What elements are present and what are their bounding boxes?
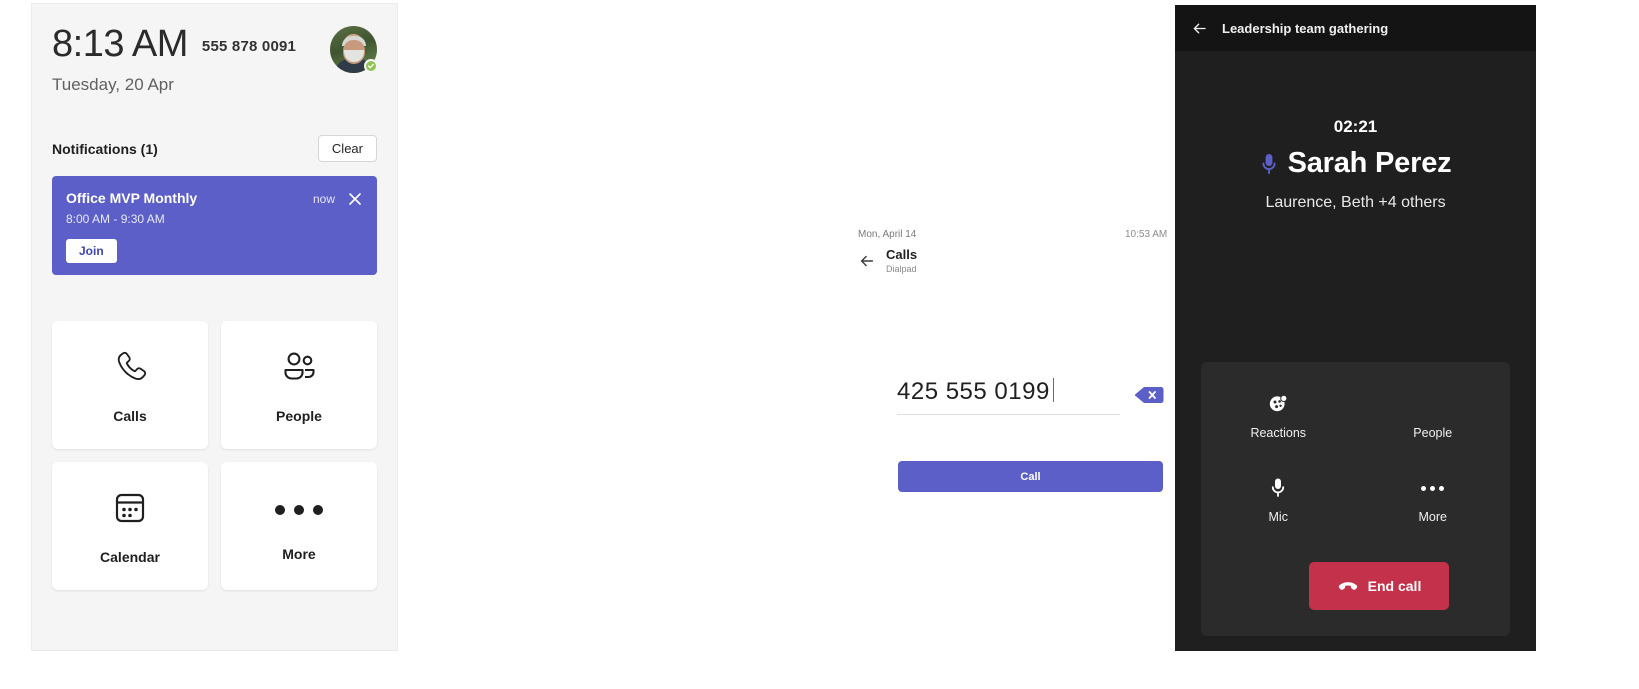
more-horizontal-icon (1421, 476, 1445, 500)
text-caret (1052, 378, 1055, 402)
call-controls-row: Mic More (1201, 476, 1510, 524)
meeting-title: Leadership team gathering (1222, 20, 1389, 36)
notification-card[interactable]: Office MVP Monthly now 8:00 AM - 9:30 AM… (52, 176, 377, 275)
dialpad-panel: Mon, April 14 Calls Dialpad 425 555 0199 (410, 0, 1533, 689)
current-time: 8:13 AM (52, 23, 188, 65)
status-bar-time: 10:53 AM (1125, 229, 1168, 240)
control-label: Reactions (1250, 426, 1307, 440)
phone-number-value: 425 555 0199 (897, 378, 1050, 405)
calendar-icon (110, 488, 150, 533)
tile-calendar[interactable]: Calendar (52, 462, 208, 590)
presence-available-icon (364, 59, 378, 73)
control-mic[interactable]: Mic (1201, 476, 1356, 524)
end-call-label: End call (1367, 578, 1422, 594)
notification-time-range: 8:00 AM - 9:30 AM (66, 212, 165, 226)
notifications-header-row: Notifications (1) Clear (52, 135, 377, 162)
participants-summary: Laurence, Beth +4 others (1265, 194, 1446, 211)
control-people[interactable]: People (1356, 392, 1511, 440)
clear-notifications-button[interactable]: Clear (317, 135, 377, 162)
call-timer: 02:21 (1333, 117, 1378, 136)
mic-icon (1270, 476, 1286, 500)
call-button[interactable]: Call (898, 461, 1163, 492)
clock-header: 8:13 AM 555 878 0091 (52, 22, 378, 73)
dialpad-title: Calls (886, 247, 918, 262)
join-meeting-button[interactable]: Join (66, 239, 117, 263)
notifications-title: Notifications (1) (52, 140, 158, 157)
back-arrow-icon[interactable] (1191, 20, 1208, 37)
dialpad-subtitle: Dialpad (886, 264, 917, 274)
active-speaker-row: Sarah Perez (1175, 147, 1536, 180)
tile-people[interactable]: People (221, 321, 377, 449)
call-controls-card: Reactions People Mic More End call (1201, 362, 1510, 636)
backspace-icon[interactable] (1134, 385, 1164, 405)
home-tiles-grid: Calls People Calendar More (52, 321, 377, 590)
end-call-icon (1337, 575, 1359, 597)
control-label: People (1413, 426, 1453, 440)
tile-calls[interactable]: Calls (52, 321, 208, 449)
call-topbar: Leadership team gathering (1175, 5, 1536, 51)
close-icon[interactable] (347, 191, 363, 207)
control-reactions[interactable]: Reactions (1201, 392, 1356, 440)
screenshot-root: 8:13 AM 555 878 0091 Tuesday, 20 Apr Not… (0, 0, 1639, 689)
tile-label: Calendar (100, 548, 160, 565)
tile-more[interactable]: More (221, 462, 377, 590)
phone-number-display[interactable]: 425 555 0199 (897, 375, 1120, 415)
control-label: Mic (1268, 510, 1288, 524)
call-controls-row: Reactions People (1201, 392, 1510, 440)
tile-label: Calls (113, 407, 147, 424)
dialpad-header: Calls Dialpad (858, 248, 917, 274)
control-more[interactable]: More (1356, 476, 1511, 524)
avatar[interactable] (330, 26, 378, 73)
current-date: Tuesday, 20 Apr (52, 75, 174, 94)
back-arrow-icon[interactable] (858, 252, 876, 270)
phone-number-field[interactable]: 425 555 0199 (897, 375, 1164, 415)
dialpad-date: Mon, April 14 (858, 229, 917, 240)
mic-active-icon (1260, 152, 1278, 176)
notification-timeago: now (312, 192, 335, 206)
tile-label: People (276, 407, 322, 424)
active-speaker-name: Sarah Perez (1287, 147, 1452, 179)
end-call-button[interactable]: End call (1309, 562, 1449, 610)
reactions-icon (1268, 392, 1288, 416)
phone-icon (110, 347, 150, 392)
control-label: More (1418, 510, 1447, 524)
more-horizontal-icon (275, 490, 323, 530)
device-phone-number: 555 878 0091 (201, 38, 297, 55)
people-icon (279, 347, 319, 392)
notification-title: Office MVP Monthly (66, 190, 198, 206)
in-call-panel: Leadership team gathering 02:21 Sarah Pe… (1175, 5, 1536, 651)
home-panel: 8:13 AM 555 878 0091 Tuesday, 20 Apr Not… (31, 3, 398, 651)
tile-label: More (282, 546, 316, 562)
